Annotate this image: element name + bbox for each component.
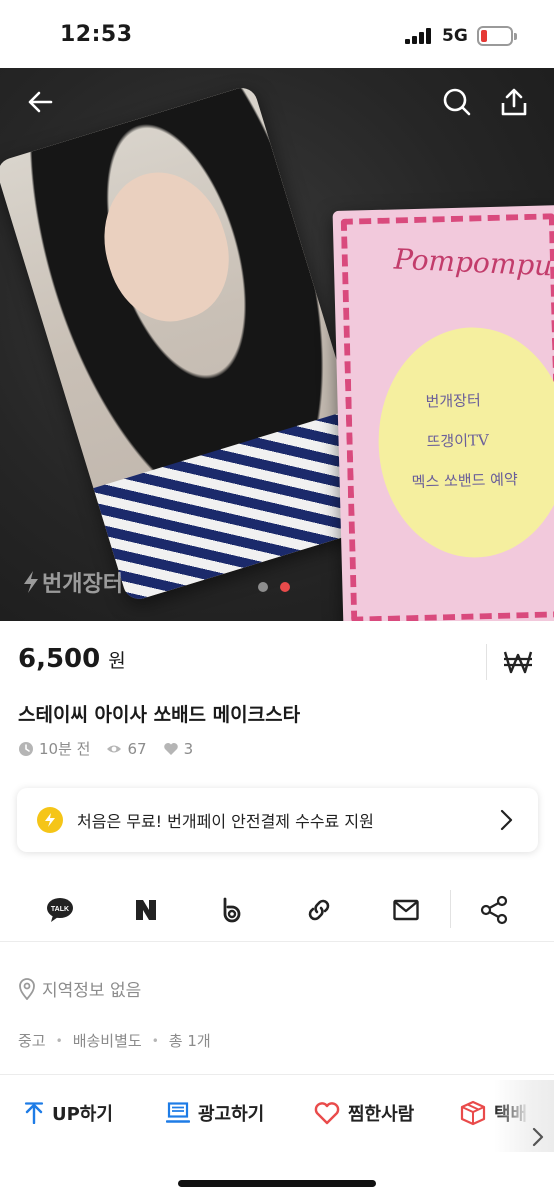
- product-title: 스테이씨 아이사 쏘배드 메이크스타: [18, 704, 301, 726]
- clock-icon: [19, 741, 33, 756]
- note-line-2: 뜨갱이TV: [426, 431, 490, 451]
- eye-icon: [107, 745, 122, 752]
- watermark: 번개장터: [22, 566, 123, 598]
- mail-icon[interactable]: [386, 890, 426, 930]
- up-button[interactable]: UP하기: [24, 1100, 113, 1126]
- naver-icon[interactable]: [126, 890, 166, 930]
- carousel-dot-1[interactable]: [258, 582, 268, 592]
- product-photo-carousel[interactable]: Pompompurin 번개장터 뜨갱이TV 멕스 쏘밴드 예약 번개장터: [0, 68, 554, 621]
- divider: [0, 941, 554, 942]
- seller-actions-bar: UP하기 광고하기 찜한사람 택배: [0, 1080, 554, 1144]
- share-upload-icon[interactable]: [496, 84, 532, 120]
- network-type: 5G: [442, 26, 468, 46]
- condition-tag: 중고: [18, 1032, 46, 1050]
- note-card-image: Pompompurin 번개장터 뜨갱이TV 멕스 쏘밴드 예약: [332, 205, 554, 621]
- ad-button[interactable]: 광고하기: [166, 1100, 264, 1126]
- ad-label: 광고하기: [198, 1104, 265, 1125]
- back-arrow-icon[interactable]: [22, 84, 58, 120]
- status-bar: 12:53 5G: [0, 0, 554, 68]
- product-meta: 10분 전 67 3: [18, 738, 193, 759]
- heart-outline-icon: [314, 1102, 340, 1125]
- arrow-up-icon: [24, 1102, 44, 1124]
- view-count: 67: [127, 739, 147, 758]
- location-pin-icon: [19, 977, 35, 1000]
- svg-text:TALK: TALK: [51, 906, 69, 913]
- price-offer-button[interactable]: [486, 644, 548, 680]
- carousel-indicator: [258, 582, 290, 592]
- likers-label: 찜한사람: [348, 1104, 415, 1125]
- share-row: TALK: [0, 880, 554, 938]
- won-icon: [503, 651, 532, 674]
- signal-strength-icon: [405, 28, 431, 44]
- lightning-icon: [24, 571, 38, 593]
- banner-text: 처음은 무료! 번개페이 안전결제 수수료 지원: [77, 812, 374, 831]
- heart-icon: [163, 742, 178, 755]
- monitor-icon: [166, 1102, 190, 1123]
- quantity-tag: 총 1개: [168, 1032, 211, 1050]
- price-row: 6,500 원: [18, 644, 126, 674]
- photocard-image: [0, 84, 387, 603]
- likers-button[interactable]: 찜한사람: [314, 1100, 414, 1126]
- lightning-icon: [37, 807, 63, 833]
- up-label: UP하기: [52, 1104, 113, 1125]
- kakaotalk-icon[interactable]: TALK: [40, 890, 80, 930]
- link-icon[interactable]: [299, 890, 339, 930]
- currency: 원: [108, 650, 126, 672]
- watermark-text: 번개장터: [42, 572, 123, 597]
- location-info: 지역정보 없음: [18, 976, 141, 1001]
- battery-icon: [477, 26, 517, 46]
- box-icon: [460, 1100, 486, 1126]
- time-ago: 10분 전: [39, 740, 91, 758]
- home-indicator: [178, 1180, 376, 1187]
- safe-payment-banner[interactable]: 처음은 무료! 번개페이 안전결제 수수료 지원: [17, 788, 538, 852]
- share-icon[interactable]: [474, 890, 514, 930]
- location-text: 지역정보 없음: [42, 981, 142, 1001]
- chevron-right-icon[interactable]: [530, 1126, 546, 1148]
- price: 6,500: [18, 644, 101, 674]
- note-line-3: 멕스 쏘밴드 예약: [411, 470, 519, 492]
- like-count: 3: [183, 739, 194, 758]
- carousel-dot-2[interactable]: [280, 582, 290, 592]
- shipping-tag: 배송비별도: [72, 1032, 142, 1050]
- status-time: 12:53: [60, 22, 133, 47]
- item-tags: 중고 • 배송비별도 • 총 1개: [18, 1032, 211, 1050]
- search-icon[interactable]: [439, 84, 475, 120]
- note-line-1: 번개장터: [425, 391, 481, 411]
- divider: [0, 1074, 554, 1075]
- band-icon[interactable]: [212, 890, 252, 930]
- chevron-right-icon: [500, 809, 513, 831]
